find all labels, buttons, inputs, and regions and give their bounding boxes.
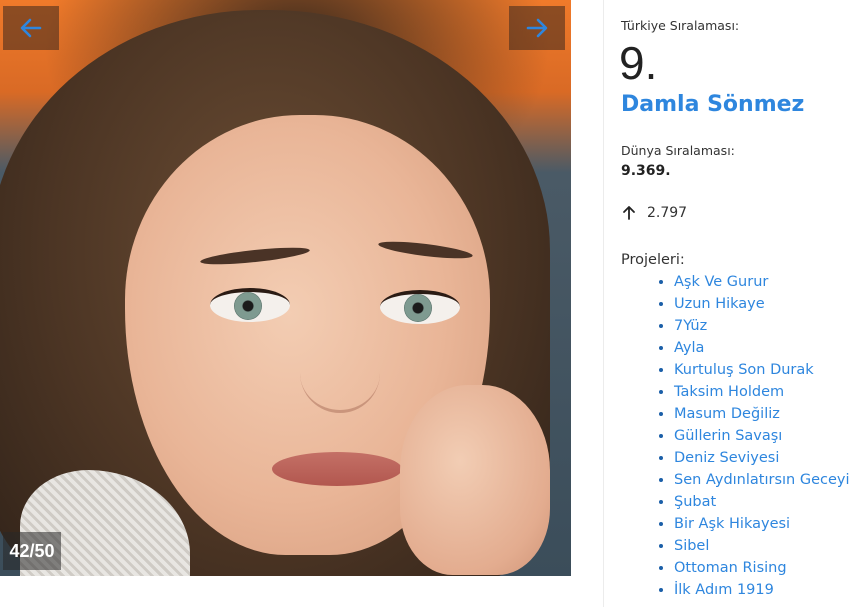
project-link[interactable]: Sibel xyxy=(674,535,850,557)
project-link[interactable]: İlk Adım 1919 xyxy=(674,579,850,601)
project-link[interactable]: 7Yüz xyxy=(674,315,850,337)
arrow-left-icon xyxy=(20,18,42,38)
panel-divider xyxy=(603,0,604,607)
project-link[interactable]: Masum Değiliz xyxy=(674,403,850,425)
project-link[interactable]: Taksim Holdem xyxy=(674,381,850,403)
turkey-rank-label: Türkiye Sıralaması: xyxy=(621,18,740,33)
project-link[interactable]: Şubat xyxy=(674,491,850,513)
project-link[interactable]: Bir Aşk Hikayesi xyxy=(674,513,850,535)
world-rank-label: Dünya Sıralaması: xyxy=(621,143,735,158)
photo-eye xyxy=(380,290,460,324)
arrow-up-icon xyxy=(623,206,635,220)
projects-label: Projeleri: xyxy=(621,252,685,268)
next-photo-button[interactable] xyxy=(509,6,565,50)
project-link[interactable]: Uzun Hikaye xyxy=(674,293,850,315)
photo-eye xyxy=(210,288,290,322)
photo-lips xyxy=(272,452,402,486)
project-link[interactable]: Güllerin Savaşı xyxy=(674,425,850,447)
rank-change-value: 2.797 xyxy=(647,205,688,221)
photo-hand xyxy=(400,385,550,575)
turkey-rank-value: 9. xyxy=(619,37,658,89)
project-link[interactable]: Kurtuluş Son Durak xyxy=(674,359,850,381)
arrow-right-icon xyxy=(526,18,548,38)
project-link[interactable]: Sen Aydınlatırsın Geceyi xyxy=(674,469,850,491)
previous-photo-button[interactable] xyxy=(3,6,59,50)
project-link[interactable]: Ayla xyxy=(674,337,850,359)
photo-counter: 42/50 xyxy=(3,532,61,570)
rank-change: 2.797 xyxy=(621,205,687,221)
world-rank-value: 9.369. xyxy=(621,163,671,179)
project-link[interactable]: Ottoman Rising xyxy=(674,557,850,579)
profile-name-link[interactable]: Damla Sönmez xyxy=(621,92,804,117)
profile-photo: 42/50 xyxy=(0,0,571,576)
projects-list: Aşk Ve Gurur Uzun Hikaye 7Yüz Ayla Kurtu… xyxy=(621,271,850,601)
project-link[interactable]: Deniz Seviyesi xyxy=(674,447,850,469)
project-link[interactable]: Aşk Ve Gurur xyxy=(674,271,850,293)
